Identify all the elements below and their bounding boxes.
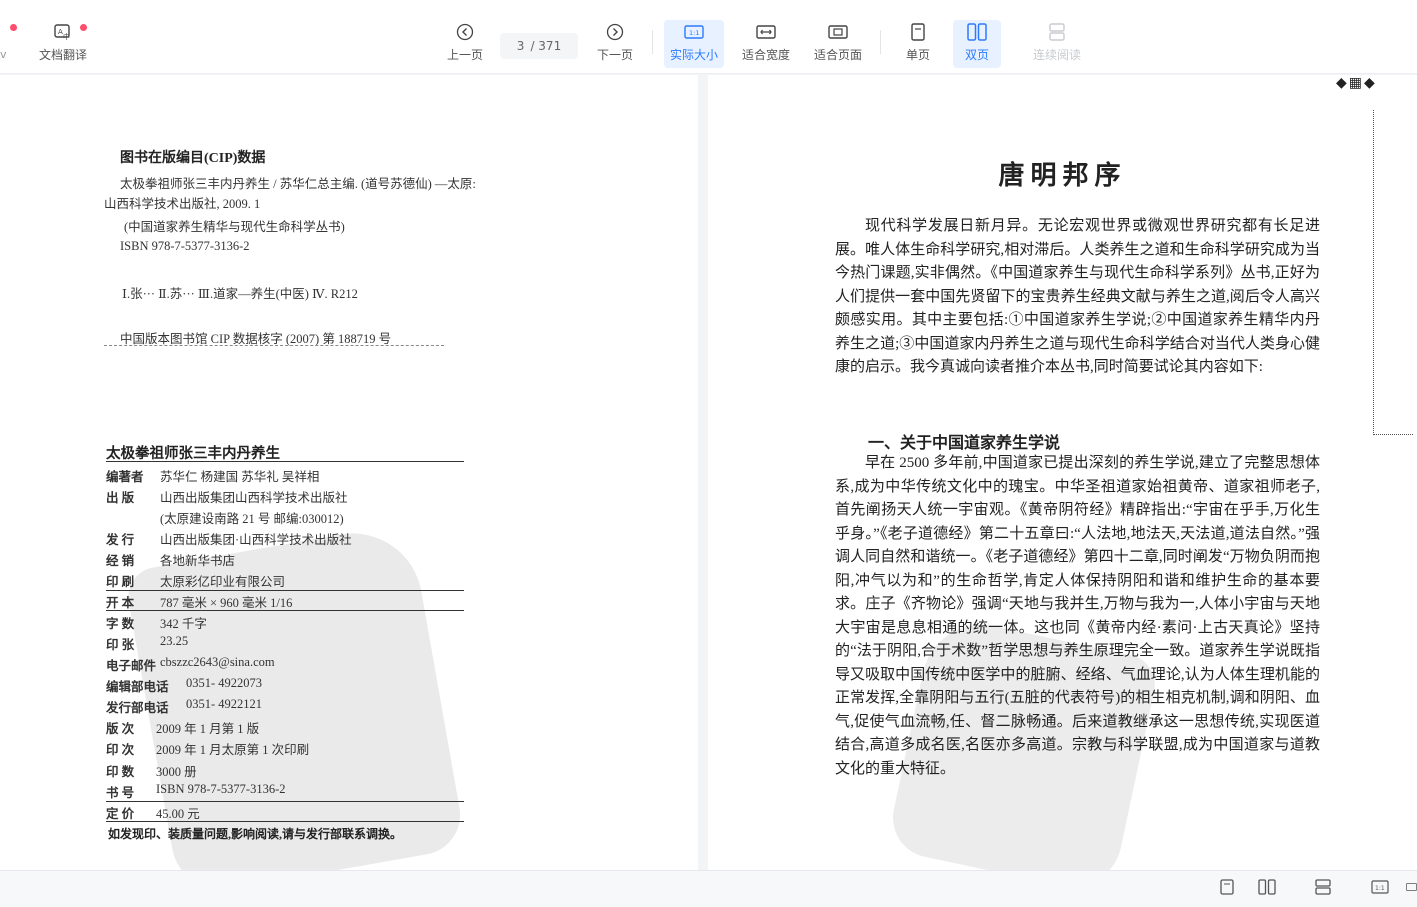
ornament-icon: ◆▦◆ (1336, 76, 1377, 91)
cip-title: 图书在版编目(CIP)数据 (120, 151, 266, 166)
info-row: 定 价 45.00 元 (106, 807, 200, 821)
divider (106, 590, 464, 591)
continuous-read-icon[interactable] (1313, 877, 1333, 897)
quality-note: 如发现印、装质量问题,影响阅读,请与发行部联系调换。 (108, 827, 403, 841)
svg-text:1:1: 1:1 (689, 29, 699, 37)
book-title: 太极拳祖师张三丰内丹养生 (106, 446, 280, 462)
next-page-label: 下一页 (596, 48, 633, 62)
translate-icon: A中 (53, 22, 73, 42)
actual-size-icon[interactable]: 1:1 (1370, 877, 1390, 897)
actual-size-button[interactable]: 1:1 实际大小 (664, 20, 724, 68)
double-page-icon (967, 22, 987, 42)
fit-width-icon[interactable] (1406, 877, 1417, 897)
info-row: 经 销各地新华书店 (106, 554, 236, 568)
actual-size-icon: 1:1 (684, 22, 704, 42)
preface-title: 唐明邦序 (998, 161, 1127, 190)
cip-line: (中国道家养生精华与现代生命科学丛书) (124, 220, 345, 234)
info-row: (太原建设南路 21 号 邮编:030012) (160, 512, 344, 526)
left-document-page: 图书在版编目(CIP)数据 太极拳祖师张三丰内丹养生 / 苏华仁总主编. (道号… (0, 75, 698, 870)
translate-label: 文档翻译 (38, 48, 87, 62)
fit-page-icon (828, 22, 848, 42)
double-page-button[interactable]: 双页 (953, 20, 1001, 68)
info-row: 编著者 苏华仁 杨建国 苏华礼 吴祥相 (106, 470, 320, 484)
info-row: 印 数 3000 册 (106, 765, 197, 779)
dashed-divider (104, 345, 444, 346)
continuous-read-label: 连续阅读 (1032, 48, 1081, 62)
cip-line: Ⅰ.张··· Ⅱ.苏··· Ⅲ.道家—养生(中医) Ⅳ. R212 (122, 287, 358, 301)
status-bar: 1:1 (0, 870, 1417, 907)
info-row: 版 次 2009 年 1 月第 1 版 (106, 722, 260, 736)
fit-width-button[interactable]: 适合宽度 (738, 22, 794, 68)
cip-line: 山西科学技术出版社, 2009. 1 (104, 197, 261, 211)
prev-page-label: 上一页 (446, 48, 483, 62)
double-page-label: 双页 (964, 48, 989, 62)
info-row: 印 张 23.25 (106, 634, 189, 652)
info-row: 印 次 2009 年 1 月太原第 1 次印刷 (106, 743, 310, 757)
info-row: 电子邮件 cbszzc2643@sina.com (106, 655, 275, 673)
page-total: / 371 (530, 39, 562, 53)
viewer-toolbar: ⅴ A中 文档翻译 上一页 3 / 371 下一页 1:1 实际大小 适合宽度 (0, 0, 1417, 74)
chevron-down-icon[interactable]: ⅴ (0, 48, 7, 61)
arrow-left-circle-icon (455, 22, 475, 42)
fit-width-icon (756, 22, 776, 42)
actual-size-label: 实际大小 (669, 48, 718, 62)
cip-line: ISBN 978-7-5377-3136-2 (120, 239, 250, 253)
toolbar-divider (880, 30, 881, 54)
info-row: 发 行山西出版集团·山西科学技术出版社 (106, 533, 352, 547)
page-number-box[interactable]: 3 / 371 (500, 33, 578, 59)
single-page-icon (908, 22, 928, 42)
divider (106, 821, 464, 822)
section-heading: 一、关于中国道家养生学说 (868, 435, 1061, 452)
single-page-button[interactable]: 单页 (898, 22, 938, 68)
toolbar-divider (652, 30, 653, 54)
continuous-read-button[interactable]: 连续阅读 (1030, 22, 1084, 68)
info-row: 编辑部电话 0351- 4922073 (106, 676, 263, 694)
preface-paragraph: 现代科学发展日新月异。无论宏观世界或微观世界研究都有长足进展。唯人体生命科学研究… (835, 218, 1320, 375)
divider (106, 801, 464, 802)
info-row: 书 号 ISBN 978-7-5377-3136-2 (106, 782, 286, 800)
fit-page-label: 适合页面 (813, 48, 862, 62)
svg-text:中: 中 (63, 32, 70, 41)
next-page-button[interactable]: 下一页 (594, 22, 636, 68)
arrow-right-circle-icon (605, 22, 625, 42)
info-row: 出 版山西出版集团山西科学技术出版社 (106, 491, 348, 505)
cip-line: 太极拳祖师张三丰内丹养生 / 苏华仁总主编. (道号苏德仙) —太原: (120, 177, 476, 191)
single-page-label: 单页 (905, 48, 930, 62)
divider (106, 461, 464, 462)
continuous-read-icon (1047, 22, 1067, 42)
current-page-input[interactable]: 3 (517, 39, 525, 53)
fit-page-button[interactable]: 适合页面 (810, 22, 866, 68)
info-row: 发行部电话 0351- 4922121 (106, 697, 263, 715)
info-row: 字 数 342 千字 (106, 617, 207, 631)
prev-page-button[interactable]: 上一页 (444, 22, 486, 68)
single-page-icon[interactable] (1217, 877, 1237, 897)
divider (106, 610, 464, 611)
translate-button[interactable]: A中 文档翻译 (36, 22, 90, 68)
fit-width-label: 适合宽度 (741, 48, 790, 62)
info-row: 开 本 787 毫米 × 960 毫米 1/16 (106, 596, 293, 610)
right-document-page: ◆▦◆ 唐明邦序 现代科学发展日新月异。无论宏观世界或微观世界研究都有长足进展。… (708, 75, 1417, 870)
preface-paragraph: 早在 2500 多年前,中国道家已提出深刻的养生学说,建立了完整思想体系,成为中… (835, 455, 1320, 777)
svg-text:1:1: 1:1 (1375, 885, 1385, 892)
double-page-icon[interactable] (1257, 877, 1277, 897)
info-row: 印 刷太原彩亿印业有限公司 (106, 575, 286, 589)
notification-dot (10, 24, 17, 31)
